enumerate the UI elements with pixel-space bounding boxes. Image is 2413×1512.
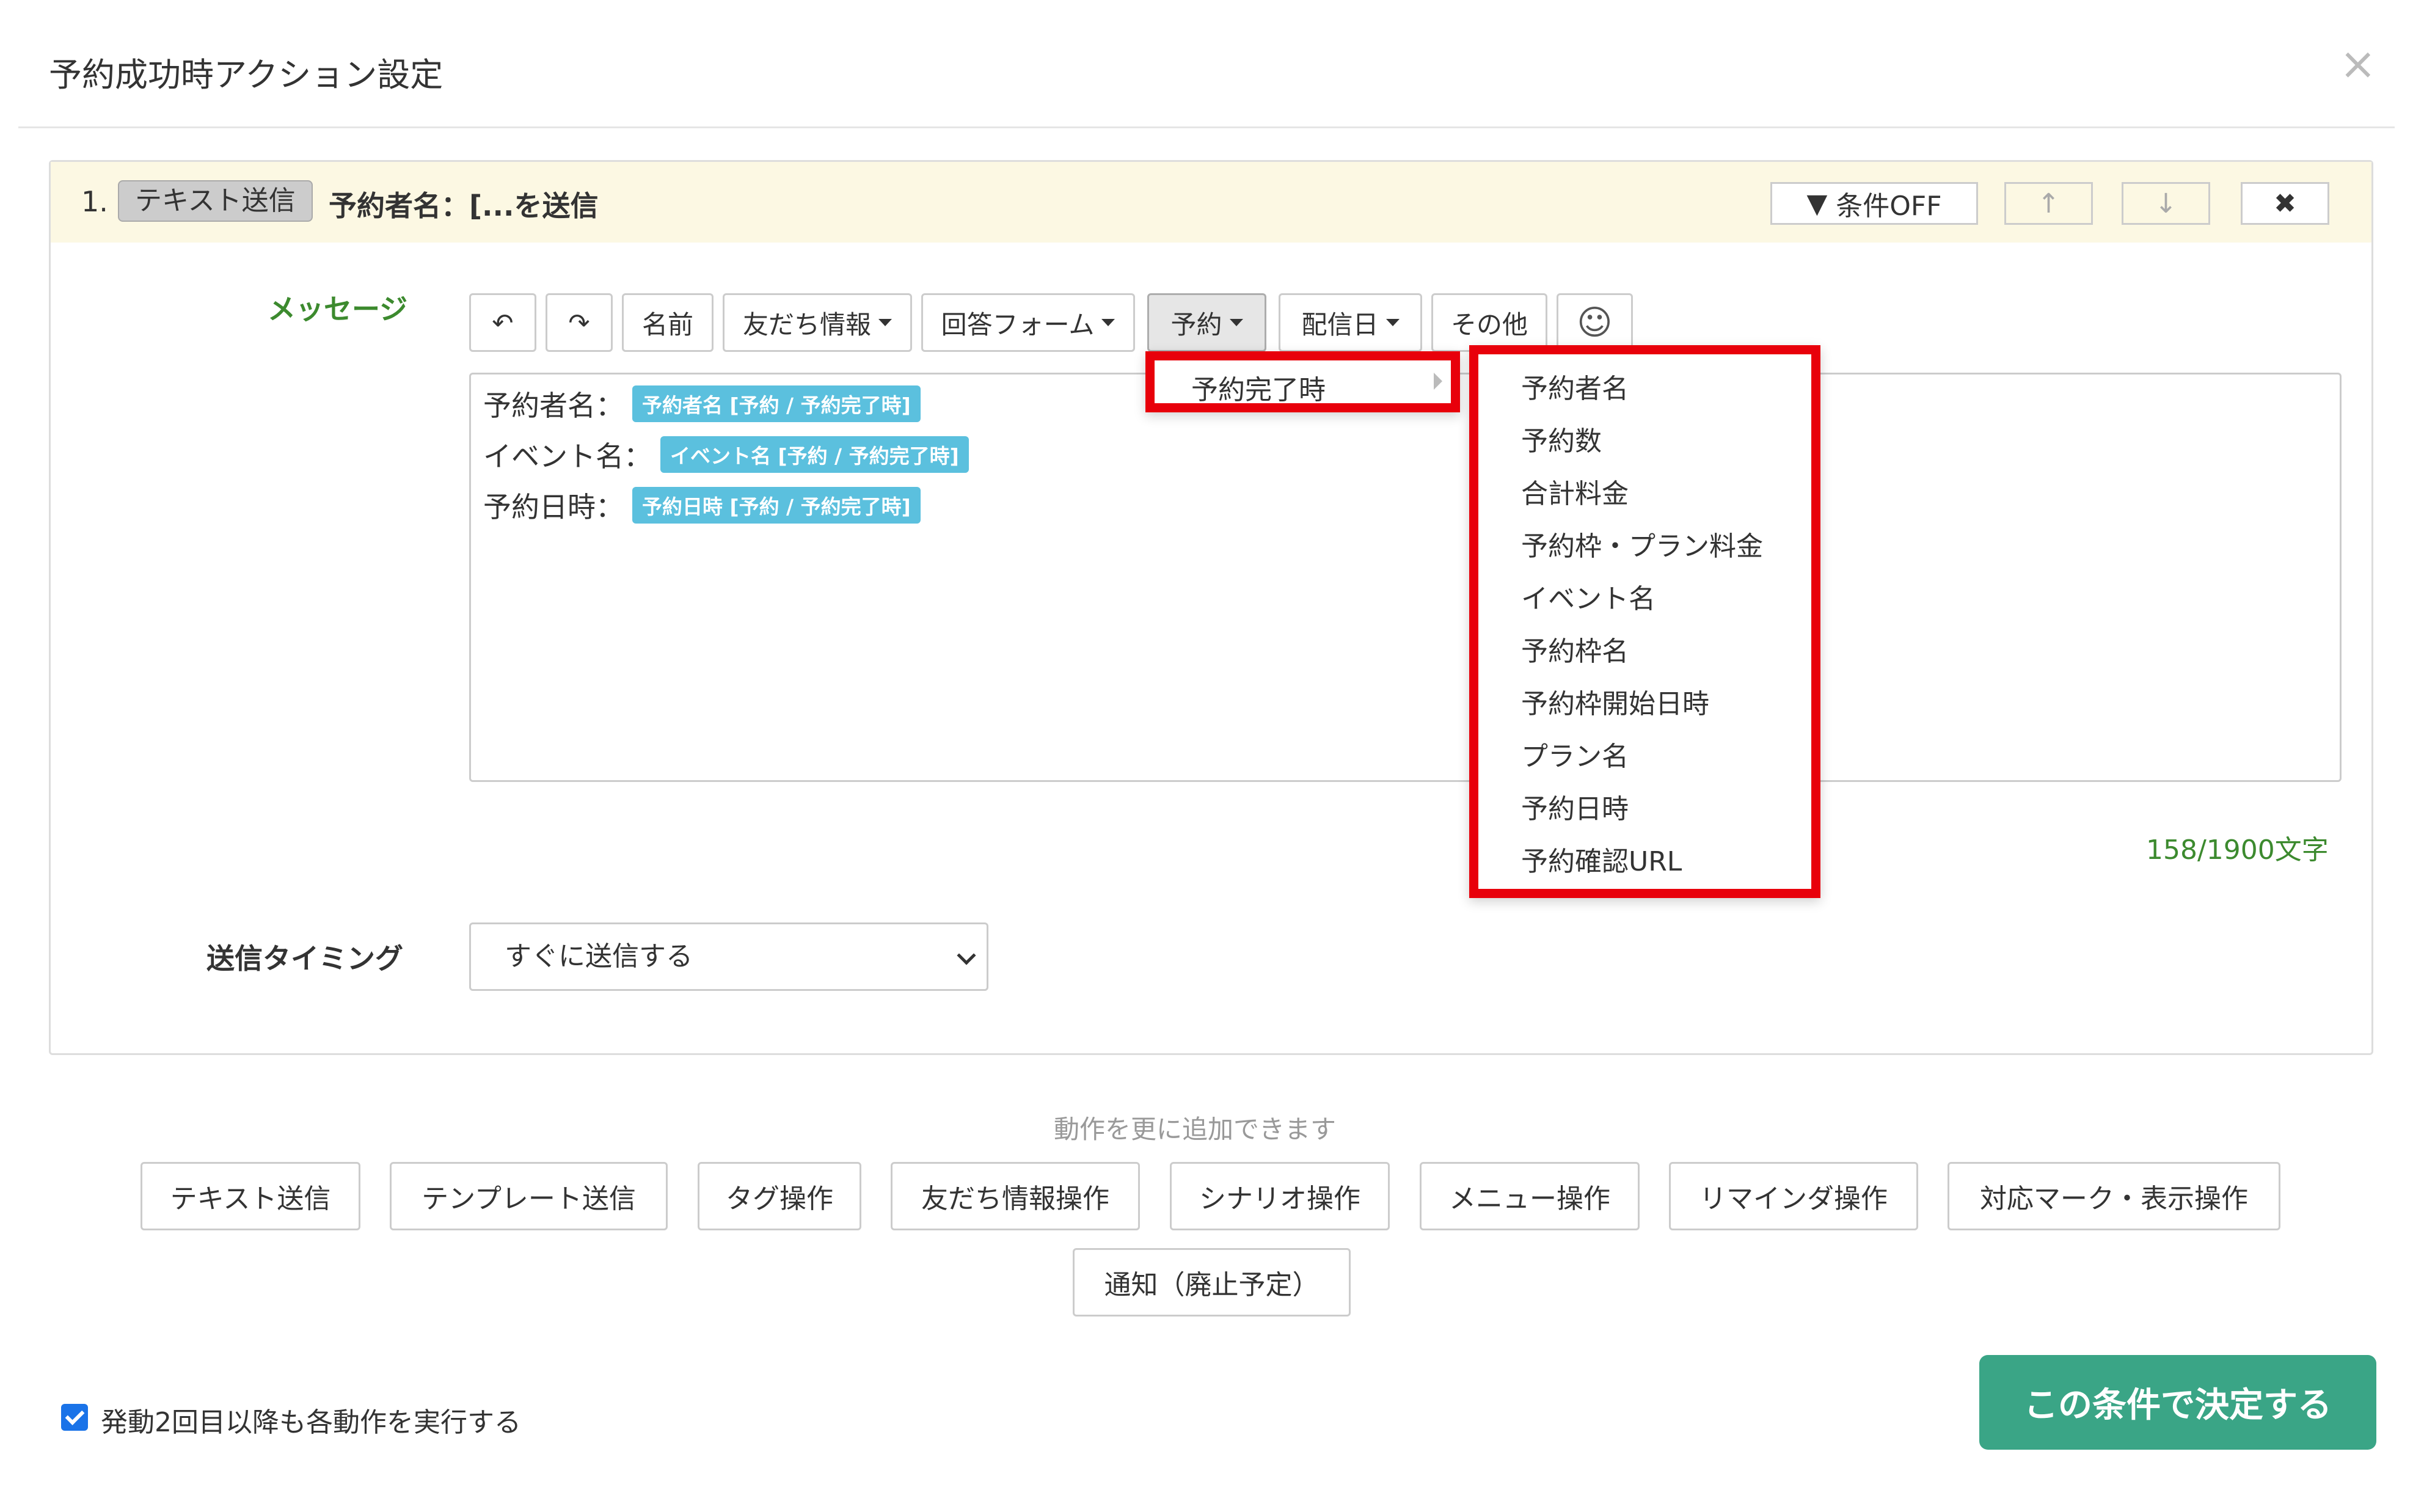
add-text-send-button[interactable]: テキスト送信 [141, 1162, 360, 1230]
add-actions-hint: 動作を更に追加できます [1054, 1114, 1337, 1144]
arrow-down-icon: ↓ [2155, 188, 2177, 219]
condition-toggle-button[interactable]: ▼ 条件OFF [1770, 182, 1978, 225]
add-mark-display-operation-button[interactable]: 対応マーク・表示操作 [1948, 1162, 2280, 1230]
reservation-label: 予約 [1170, 309, 1222, 340]
repeat-actions-checkbox[interactable] [61, 1404, 88, 1431]
undo-icon: ↶ [492, 307, 514, 338]
reservation-dropdown[interactable]: 予約 [1147, 293, 1266, 352]
arrow-up-icon: ↑ [2037, 188, 2060, 219]
action-summary: 予約者名：[...を送信 [329, 189, 599, 222]
menu-item-reserver-name[interactable]: 予約者名 [1521, 367, 1629, 406]
delete-icon: ✖ [2274, 188, 2296, 219]
message-line: 予約者名： 予約者名 [予約 / 予約完了時] [483, 384, 921, 424]
message-line: イベント名： イベント名 [予約 / 予約完了時] [483, 434, 969, 475]
action-header: 1. テキスト送信 予約者名：[...を送信 ▼ 条件OFF ↑ ↓ ✖ [51, 162, 2371, 243]
add-menu-operation-button[interactable]: メニュー操作 [1420, 1162, 1640, 1230]
message-line-label: イベント名： [483, 440, 652, 473]
insert-name-button[interactable]: 名前 [622, 293, 714, 352]
message-line-label: 予約者名： [483, 389, 624, 422]
emoji-button[interactable]: ☺ [1557, 293, 1633, 352]
add-tag-operation-button[interactable]: タグ操作 [698, 1162, 861, 1230]
filter-icon: ▼ [1806, 188, 1828, 219]
caret-down-icon [1385, 319, 1400, 326]
submenu-item-reservation-complete[interactable]: 予約完了時 [1191, 368, 1326, 407]
timing-select[interactable]: すぐに送信する [469, 922, 988, 991]
variable-chip[interactable]: 予約日時 [予約 / 予約完了時] [632, 487, 921, 524]
menu-item-reservation-count[interactable]: 予約数 [1521, 419, 1602, 458]
menu-item-confirm-url[interactable]: 予約確認URL [1521, 839, 1682, 878]
redo-button[interactable]: ↷ [546, 293, 613, 352]
friend-info-dropdown[interactable]: 友だち情報 [723, 293, 912, 352]
condition-toggle-label: 条件OFF [1836, 191, 1942, 222]
delete-action-button[interactable]: ✖ [2241, 182, 2329, 225]
emoji-icon: ☺ [1577, 302, 1613, 343]
message-line-label: 予約日時： [483, 491, 624, 524]
chevron-right-icon [1434, 373, 1442, 390]
caret-down-icon [878, 319, 892, 326]
modal-title: 予約成功時アクション設定 [49, 56, 444, 94]
menu-item-slot-plan-price[interactable]: 予約枠・プラン料金 [1521, 524, 1763, 563]
message-editor[interactable]: 予約者名： 予約者名 [予約 / 予約完了時] イベント名： イベント名 [予約 /… [469, 373, 2342, 782]
confirm-button[interactable]: この条件で決定する [1979, 1355, 2376, 1450]
answer-form-label: 回答フォーム [941, 309, 1095, 340]
menu-item-slot-name[interactable]: 予約枠名 [1521, 629, 1629, 668]
other-button[interactable]: その他 [1431, 293, 1547, 352]
caret-down-icon [1101, 319, 1115, 326]
timing-select-value: すぐに送信する [505, 941, 693, 972]
timing-label: 送信タイミング [206, 942, 403, 975]
delivery-date-label: 配信日 [1301, 309, 1379, 340]
variable-chip[interactable]: 予約者名 [予約 / 予約完了時] [632, 385, 921, 422]
friend-info-label: 友だち情報 [742, 309, 871, 340]
add-reminder-operation-button[interactable]: リマインダ操作 [1669, 1162, 1918, 1230]
close-icon[interactable]: × [2340, 42, 2376, 86]
menu-item-event-name[interactable]: イベント名 [1521, 577, 1656, 616]
add-friend-info-operation-button[interactable]: 友だち情報操作 [891, 1162, 1140, 1230]
modal-header: 予約成功時アクション設定 × [18, 0, 2395, 128]
answer-form-dropdown[interactable]: 回答フォーム [921, 293, 1135, 352]
add-template-send-button[interactable]: テンプレート送信 [390, 1162, 668, 1230]
caret-down-icon [1229, 319, 1243, 326]
message-line: 予約日時： 予約日時 [予約 / 予約完了時] [483, 485, 921, 525]
action-panel: 1. テキスト送信 予約者名：[...を送信 ▼ 条件OFF ↑ ↓ ✖ メッセ… [49, 160, 2373, 1055]
delivery-date-dropdown[interactable]: 配信日 [1279, 293, 1422, 352]
add-notification-button[interactable]: 通知（廃止予定） [1073, 1248, 1351, 1317]
action-type-tag: テキスト送信 [118, 180, 313, 222]
repeat-actions-label: 発動2回目以降も各動作を実行する [101, 1407, 521, 1438]
menu-item-reservation-datetime[interactable]: 予約日時 [1521, 787, 1629, 826]
reservation-submenu: 予約完了時 [1145, 351, 1460, 412]
chevron-down-icon [957, 946, 976, 965]
reservation-variables-menu: 予約者名 予約数 合計料金 予約枠・プラン料金 イベント名 予約枠名 予約枠開始… [1469, 345, 1820, 898]
add-scenario-operation-button[interactable]: シナリオ操作 [1170, 1162, 1390, 1230]
message-label: メッセージ [268, 293, 408, 326]
menu-item-total-price[interactable]: 合計料金 [1521, 472, 1629, 511]
undo-button[interactable]: ↶ [469, 293, 536, 352]
menu-item-slot-start[interactable]: 予約枠開始日時 [1521, 682, 1709, 721]
redo-icon: ↷ [568, 307, 590, 338]
menu-item-plan-name[interactable]: プラン名 [1521, 734, 1629, 773]
action-number: 1. [81, 185, 108, 218]
character-counter: 158/1900文字 [2146, 835, 2329, 866]
variable-chip[interactable]: イベント名 [予約 / 予約完了時] [660, 436, 969, 473]
move-down-button[interactable]: ↓ [2122, 182, 2210, 225]
move-up-button[interactable]: ↑ [2004, 182, 2093, 225]
